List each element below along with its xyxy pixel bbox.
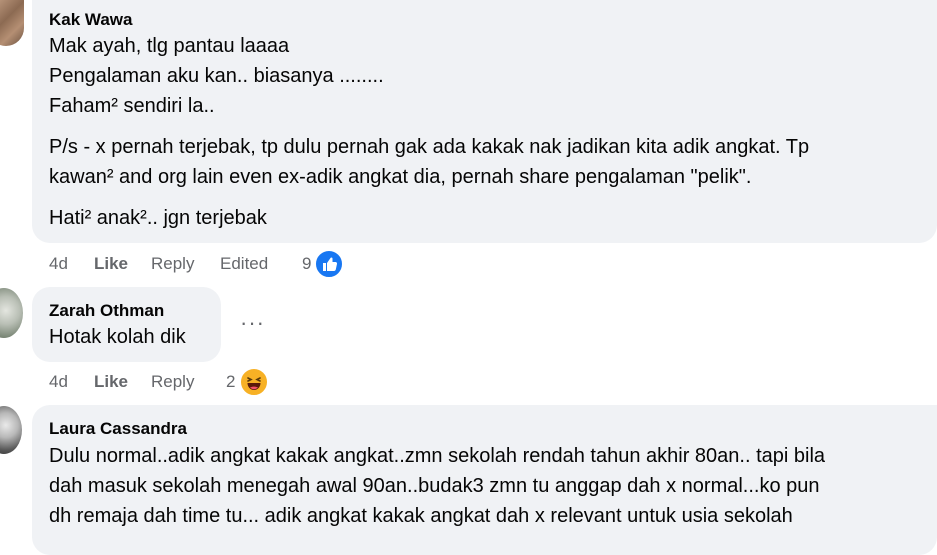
comment-bubble <box>32 287 221 362</box>
comment-text-line: dh remaja dah time tu... adik angkat kak… <box>49 505 793 527</box>
comment-author[interactable]: Laura Cassandra <box>49 419 187 439</box>
edited-label[interactable]: Edited <box>220 254 268 274</box>
comment-author[interactable]: Kak Wawa <box>49 10 132 30</box>
comment-timestamp[interactable]: 4d <box>49 254 68 274</box>
comment-timestamp[interactable]: 4d <box>49 372 68 392</box>
more-options-button[interactable]: ··· <box>240 310 265 336</box>
comment-text-line: kawan² and org lain even ex-adik angkat … <box>49 166 752 188</box>
like-reaction-icon <box>314 249 344 279</box>
comment-author[interactable]: Zarah Othman <box>49 301 164 321</box>
avatar[interactable] <box>0 406 22 454</box>
comment-text-line: Hati² anak².. jgn terjebak <box>49 207 267 229</box>
like-button[interactable]: Like <box>94 372 128 392</box>
comment-text-line: Faham² sendiri la.. <box>49 95 215 117</box>
reaction-count: 9 <box>302 254 312 273</box>
comment-text-line: Dulu normal..adik angkat kakak angkat..z… <box>49 445 826 467</box>
comment-text-line: P/s - x pernah terjebak, tp dulu pernah … <box>49 136 810 158</box>
comment-text-line: Mak ayah, tlg pantau laaaa <box>49 35 290 57</box>
like-button[interactable]: Like <box>94 254 128 274</box>
avatar[interactable] <box>0 288 23 338</box>
reaction-count: 2 <box>226 372 236 391</box>
reply-button[interactable]: Reply <box>151 372 194 392</box>
comment-text-line: Hotak kolah dik <box>49 326 186 348</box>
avatar[interactable] <box>0 0 24 46</box>
haha-reaction-icon <box>239 367 269 397</box>
reply-button[interactable]: Reply <box>151 254 194 274</box>
comment-text-line: Pengalaman aku kan.. biasanya ........ <box>49 65 384 87</box>
comment-text-line: dah masuk sekolah menegah awal 90an..bud… <box>49 475 820 497</box>
